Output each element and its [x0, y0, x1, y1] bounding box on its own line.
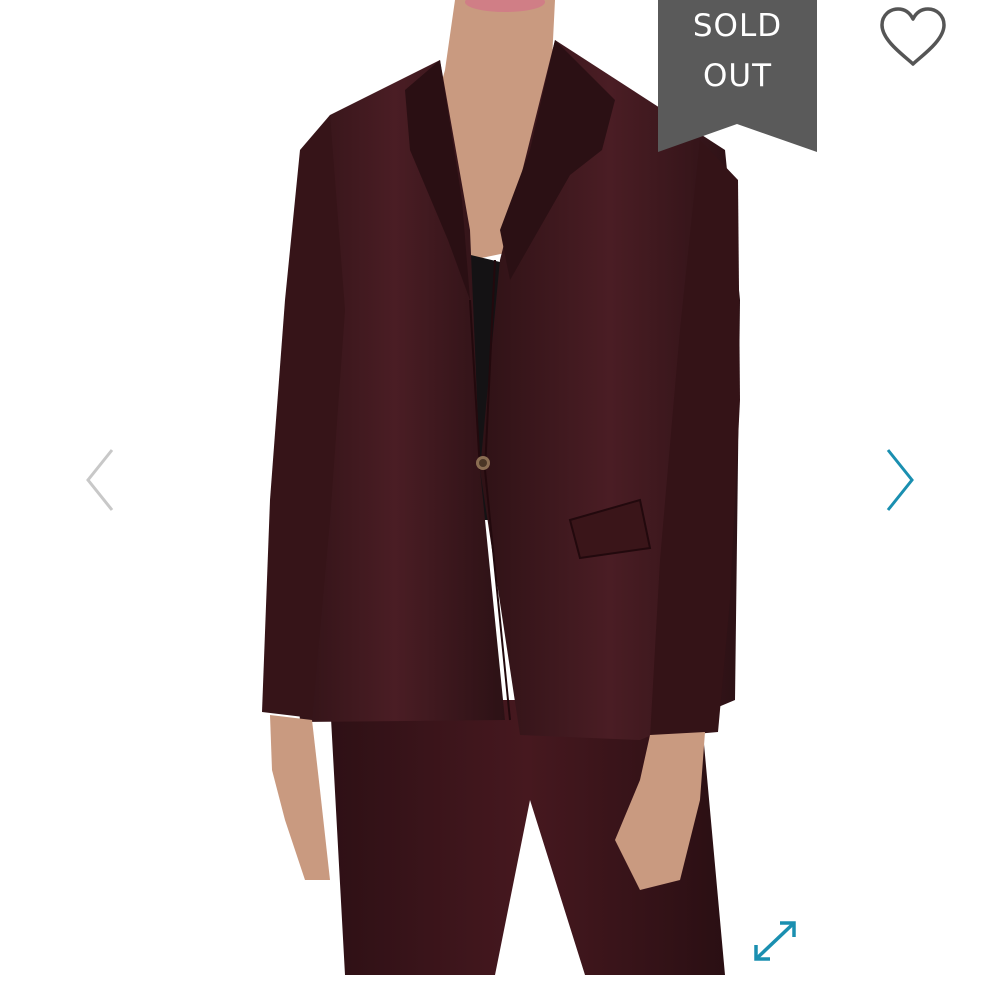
chevron-left-icon — [86, 449, 114, 511]
expand-arrows-icon — [754, 921, 796, 961]
chevron-right-icon — [886, 449, 914, 511]
heart-outline-icon — [880, 7, 946, 66]
product-image-viewer: SOLD OUT — [0, 0, 1000, 1000]
favorite-button[interactable] — [876, 4, 950, 70]
product-photo — [262, 0, 740, 975]
previous-image-button[interactable] — [80, 444, 120, 516]
expand-image-button[interactable] — [750, 917, 800, 965]
sold-out-line-1: SOLD — [692, 8, 783, 44]
sold-out-line-2: OUT — [702, 58, 773, 94]
sold-out-badge: SOLD OUT — [658, 0, 817, 152]
next-image-button[interactable] — [880, 444, 920, 516]
